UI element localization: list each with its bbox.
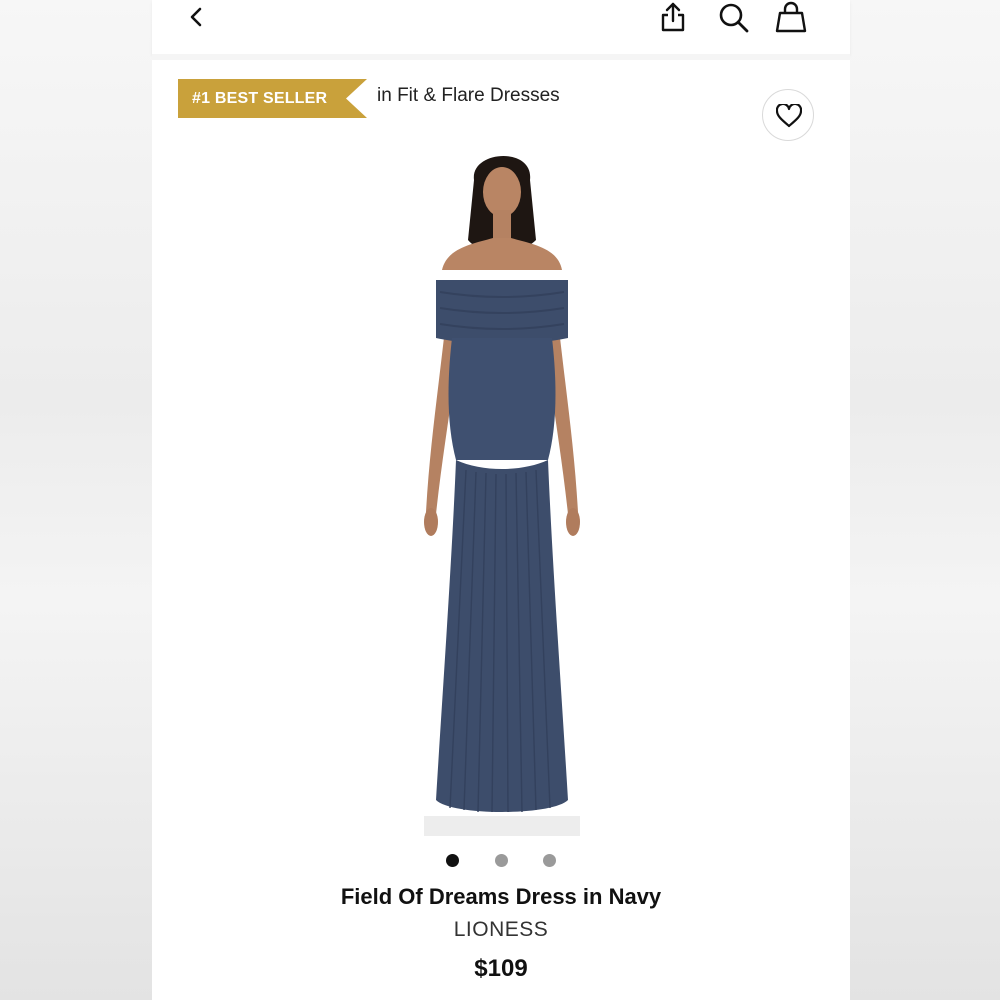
- search-button[interactable]: [717, 0, 751, 34]
- shopping-bag-icon: [775, 1, 807, 33]
- product-image[interactable]: [412, 140, 592, 840]
- top-navigation-bar: [152, 0, 850, 54]
- pagination-dot-2[interactable]: [495, 854, 508, 867]
- image-pagination: [152, 854, 850, 868]
- product-price: $109: [474, 955, 528, 982]
- header-divider: [152, 54, 850, 60]
- back-button[interactable]: [186, 4, 208, 30]
- search-icon: [719, 3, 749, 33]
- share-button[interactable]: [659, 0, 687, 34]
- heart-icon: [776, 104, 802, 128]
- shopping-bag-button[interactable]: [774, 0, 808, 34]
- badge-label: #1 BEST SELLER: [192, 90, 328, 107]
- background-left: [0, 0, 152, 1000]
- wishlist-button[interactable]: [762, 89, 814, 141]
- product-page: #1 BEST SELLER in Fit & Flare Dresses Fi…: [152, 0, 850, 1000]
- model-wearing-dress-illustration: [424, 155, 580, 836]
- chevron-left-icon: [190, 7, 202, 27]
- badge-category-text[interactable]: in Fit & Flare Dresses: [377, 85, 560, 107]
- background-right: [850, 0, 1000, 1000]
- pagination-dot-3[interactable]: [543, 854, 556, 867]
- product-title: Field Of Dreams Dress in Navy: [340, 884, 662, 909]
- best-seller-badge[interactable]: #1 BEST SELLER: [178, 79, 367, 118]
- share-icon: [661, 2, 685, 32]
- pagination-dot-1[interactable]: [446, 854, 459, 867]
- product-brand[interactable]: LIONESS: [152, 918, 850, 942]
